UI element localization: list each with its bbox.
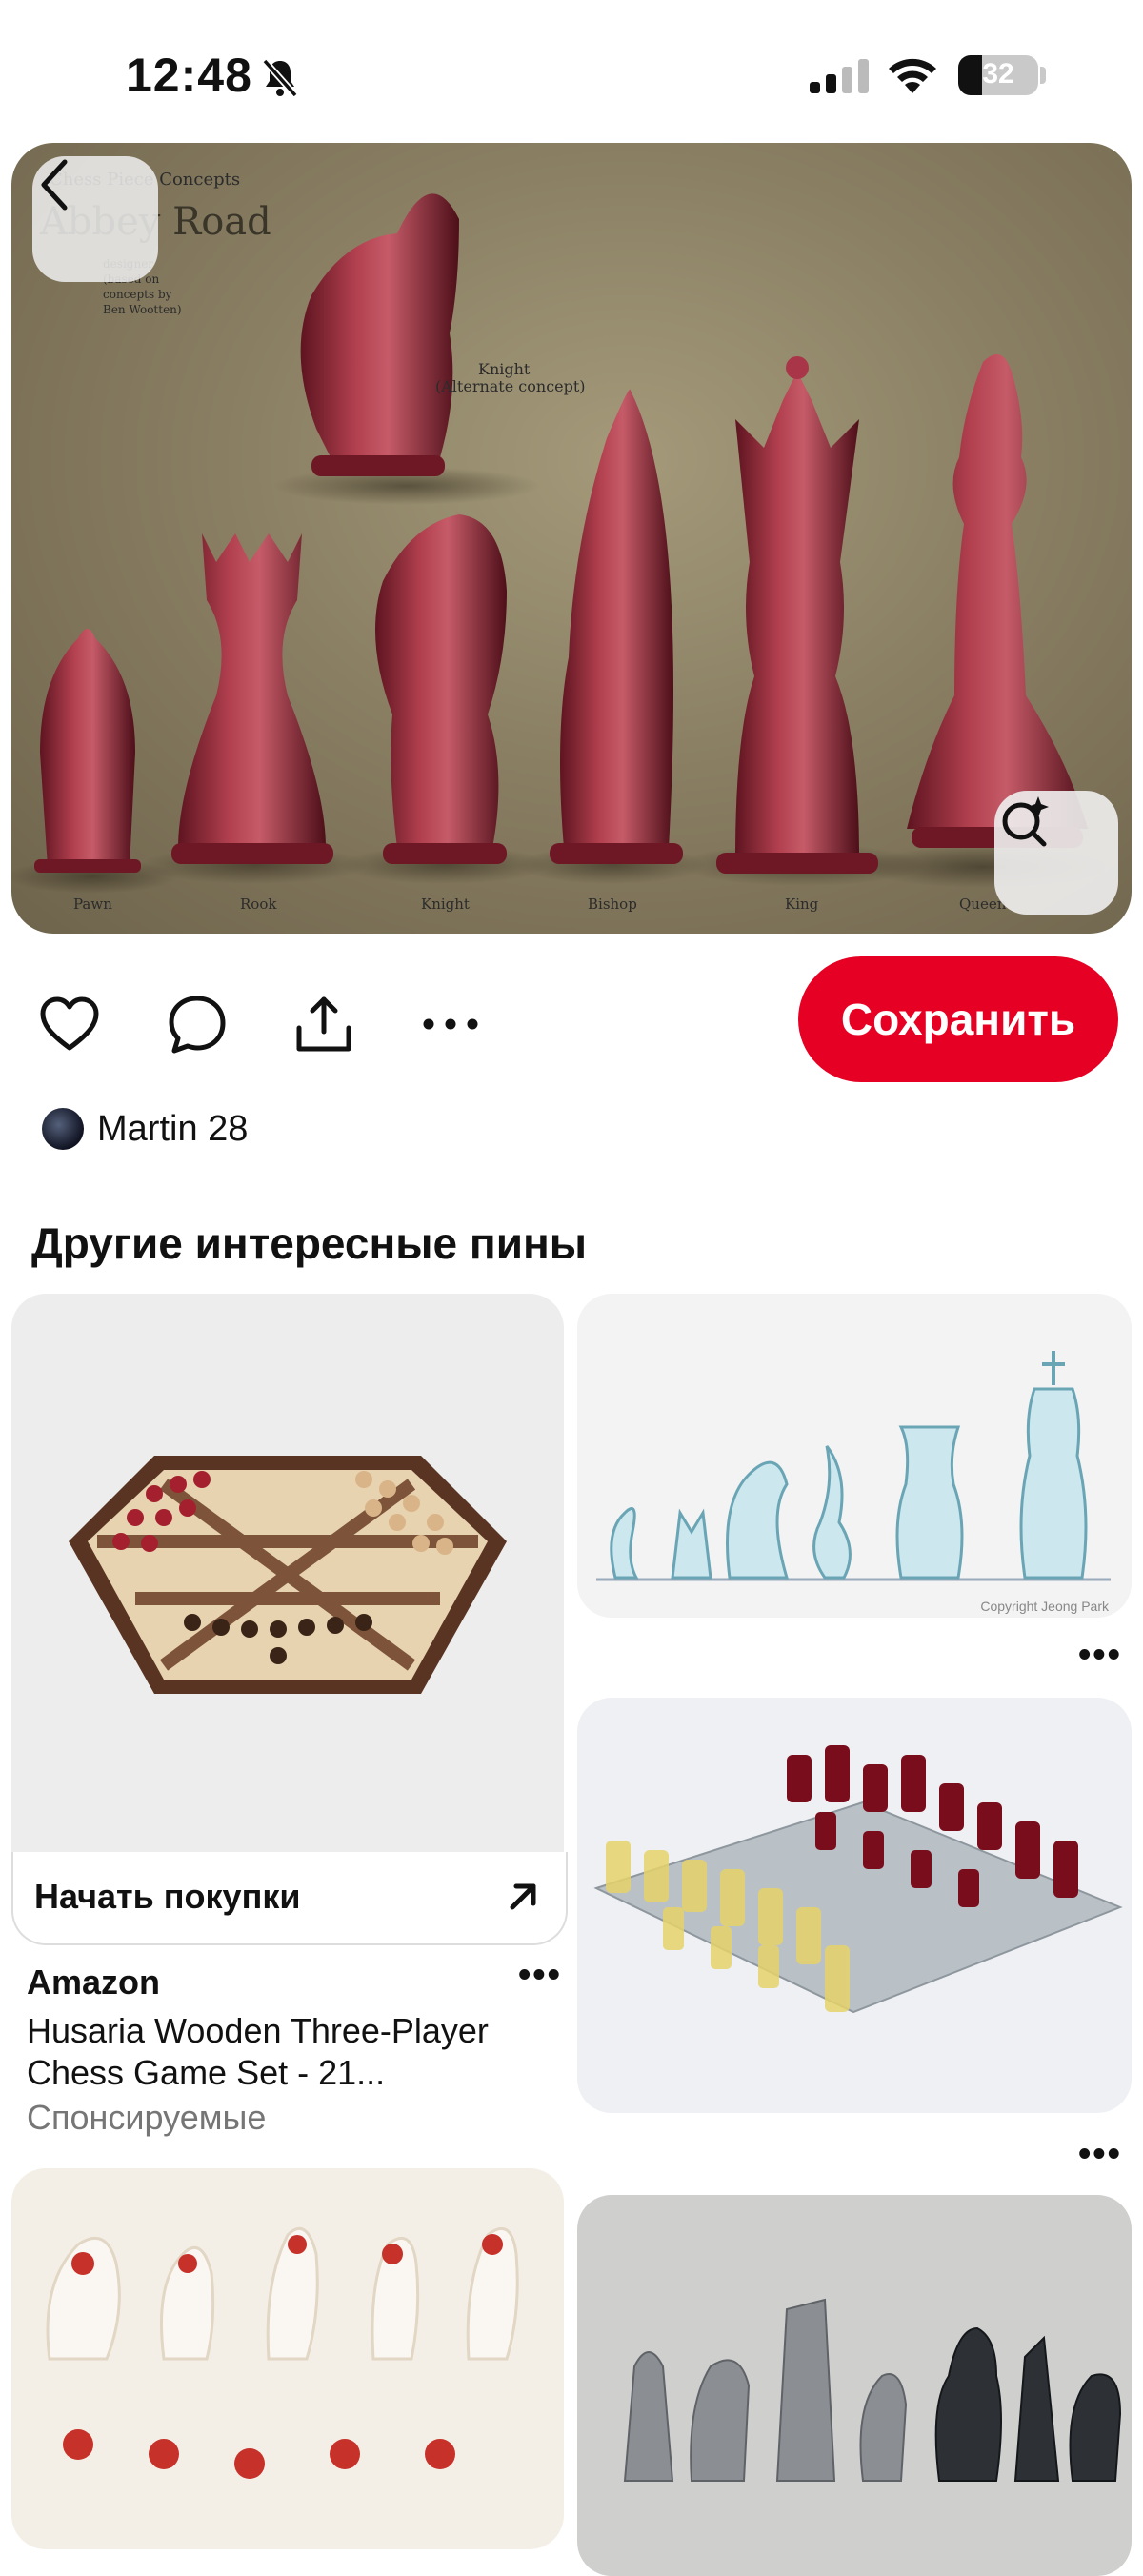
battery-icon: 32 (958, 55, 1038, 95)
porcelain-chess-image (46, 2226, 519, 2479)
pin-card-glass-chess-sketch[interactable]: Copyright Jeong Park (577, 1294, 1132, 1618)
comment-icon (169, 996, 226, 1054)
share-button[interactable] (291, 991, 357, 1057)
more-icon (423, 1018, 478, 1030)
author-name: Martin 28 (97, 1108, 249, 1149)
hero-side-note-3: concepts by (103, 288, 172, 301)
knight-alt-label-1: Knight (478, 360, 531, 378)
pin-description[interactable]: Husaria Wooden Three-Player Chess Game S… (27, 2010, 522, 2094)
pin-card-wine-glass-chess[interactable] (577, 1698, 1132, 2113)
piece-label-bishop: Bishop (588, 896, 637, 913)
save-button[interactable]: Сохранить (798, 956, 1118, 1082)
pin-image[interactable]: Chess Piece Concepts Abbey Road designer… (11, 143, 1132, 934)
piece-label-knight: Knight (421, 896, 470, 913)
piece-label-rook: Rook (240, 896, 277, 913)
wine-glass-chess-image (593, 1745, 1123, 2014)
metal-chess-image (623, 2298, 1122, 2482)
pin-more-button[interactable]: ••• (518, 1955, 562, 1996)
three-player-board-image (69, 1456, 507, 1694)
shop-now-label: Начать покупки (34, 1877, 301, 1916)
sponsored-label: Спонсируемые (27, 2098, 267, 2137)
section-title: Другие интересные пины (31, 1218, 588, 1268)
shop-now-bar[interactable]: Начать покупки (11, 1852, 568, 1945)
like-button[interactable] (36, 991, 103, 1057)
comment-button[interactable] (164, 991, 231, 1057)
wifi-icon (889, 58, 936, 93)
piece-label-king: King (785, 896, 819, 913)
back-button[interactable] (32, 156, 158, 282)
pin-card-three-player-chess[interactable] (11, 1294, 564, 1852)
more-options-button[interactable] (417, 991, 484, 1057)
hero-side-note-4: Ben Wootten) (103, 303, 182, 316)
copyright-label: Copyright Jeong Park (980, 1599, 1109, 1614)
status-bar: 12:48 32 (0, 0, 1143, 143)
battery-level: 32 (982, 58, 1014, 90)
glass-chess-sketch-image (596, 1351, 1111, 1581)
cellular-signal-icon (810, 59, 869, 93)
pin-card-metal-chess[interactable] (577, 2195, 1132, 2576)
visual-search-button[interactable] (994, 791, 1118, 915)
silent-bell-icon (262, 58, 298, 98)
author[interactable]: Martin 28 (42, 1105, 248, 1153)
visual-search-icon (1002, 796, 1049, 847)
avatar (42, 1108, 84, 1150)
share-icon (296, 996, 351, 1052)
piece-label-pawn: Pawn (73, 896, 112, 913)
chess-pieces-illustration (11, 193, 1107, 894)
pin-brand: Amazon (27, 1962, 161, 2002)
knight-alt-label-2: (Alternate concept) (435, 377, 586, 395)
pin-more-button-3[interactable]: ••• (1078, 2134, 1122, 2175)
pin-more-button-2[interactable]: ••• (1078, 1635, 1122, 1676)
arrow-up-right-icon (510, 1883, 536, 1910)
status-time: 12:48 (126, 49, 252, 102)
back-chevron-icon (41, 159, 68, 211)
pin-card-porcelain-chess[interactable] (11, 2168, 564, 2549)
heart-icon (40, 996, 99, 1051)
